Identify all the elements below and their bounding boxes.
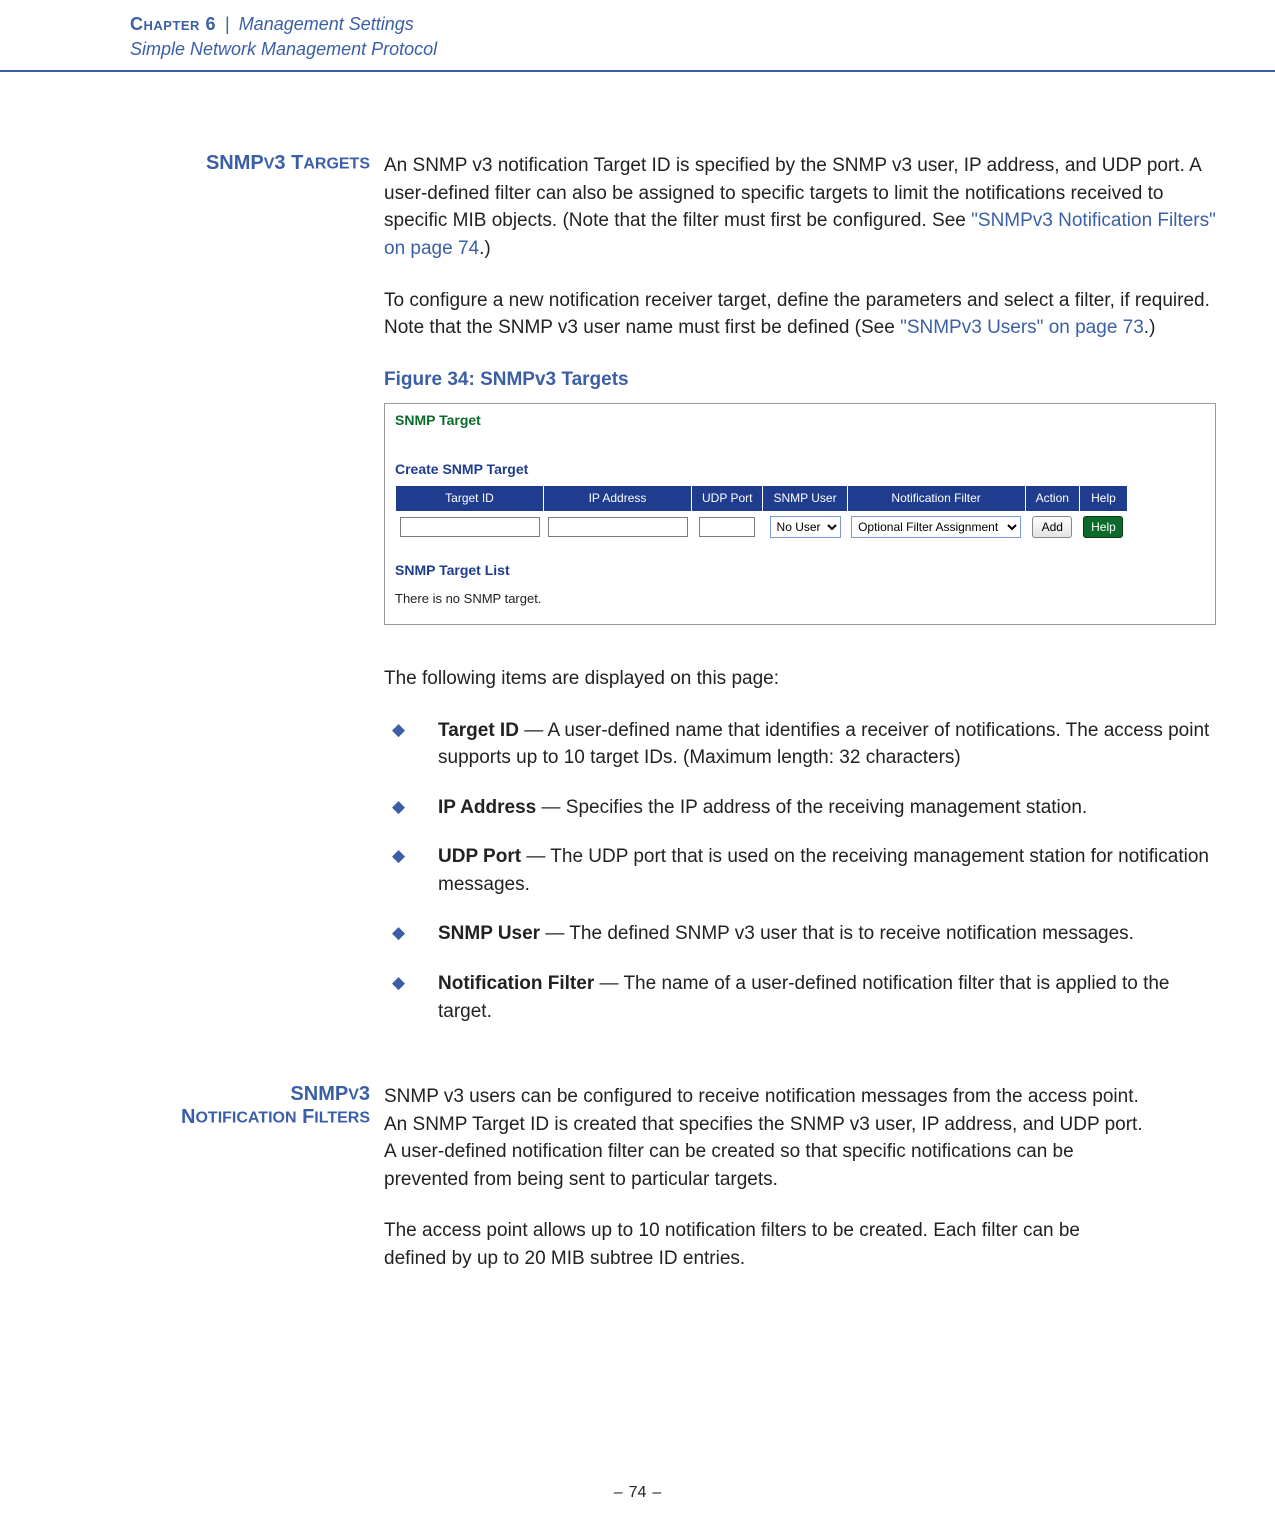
header-subtitle: Simple Network Management Protocol — [130, 37, 1275, 62]
list-item: ◆Notification Filter — The name of a use… — [384, 970, 1216, 1025]
item-term: UDP Port — [438, 846, 521, 867]
notification-filter-select[interactable]: Optional Filter Assignment — [851, 516, 1021, 538]
target-list-empty: There is no SNMP target. — [385, 586, 1215, 617]
page-header: Chapter 6 | Management Settings Simple N… — [0, 0, 1275, 72]
chapter-label: Chapter 6 — [130, 14, 216, 34]
col-action: Action — [1025, 485, 1079, 511]
figure-caption: Figure 34: SNMPv3 Targets — [384, 366, 1216, 394]
section-heading-snmpv3-notification-filters-line2: NOTIFICATION FILTERS — [150, 1106, 370, 1129]
items-list: ◆Target ID — A user-defined name that id… — [384, 717, 1216, 1025]
list-item: ◆SNMP User — The defined SNMP v3 user th… — [384, 920, 1216, 948]
diamond-bullet-icon: ◆ — [384, 920, 438, 948]
diamond-bullet-icon: ◆ — [384, 970, 438, 1025]
item-desc: — A user-defined name that identifies a … — [438, 720, 1209, 769]
help-button[interactable]: Help — [1083, 516, 1123, 538]
create-target-table: Target ID IP Address UDP Port SNMP User … — [395, 485, 1128, 542]
ip-address-input[interactable] — [548, 517, 688, 537]
item-term: Target ID — [438, 720, 519, 741]
snmp-user-select[interactable]: No User — [770, 516, 841, 538]
diamond-bullet-icon: ◆ — [384, 794, 438, 822]
item-term: Notification Filter — [438, 973, 594, 994]
item-desc: — Specifies the IP address of the receiv… — [536, 797, 1087, 818]
link-snmpv3-users[interactable]: "SNMPv3 Users" on page 73 — [900, 317, 1144, 338]
item-desc: — The UDP port that is used on the recei… — [438, 846, 1209, 895]
add-button[interactable]: Add — [1032, 516, 1072, 538]
page-footer: –74– — [0, 1484, 1275, 1502]
diamond-bullet-icon: ◆ — [384, 717, 438, 772]
para-filters-limits: The access point allows up to 10 notific… — [384, 1217, 1145, 1272]
col-help: Help — [1079, 485, 1127, 511]
item-desc: — The defined SNMP v3 user that is to re… — [540, 923, 1134, 944]
diamond-bullet-icon: ◆ — [384, 843, 438, 898]
col-notification-filter: Notification Filter — [847, 485, 1025, 511]
figure-subtitle-list: SNMP Target List — [385, 542, 1215, 586]
section-heading-snmpv3-targets: SNMPV3 TARGETS — [206, 152, 370, 174]
para-filters-intro: SNMP v3 users can be configured to recei… — [384, 1083, 1145, 1193]
section-heading-snmpv3-notification-filters: SNMPV3 — [150, 1083, 370, 1106]
udp-port-input[interactable] — [699, 517, 755, 537]
figure-subtitle-create: Create SNMP Target — [385, 441, 1215, 485]
figure-snmpv3-targets: SNMP Target Create SNMP Target Target ID… — [384, 403, 1216, 625]
col-ip-address: IP Address — [544, 485, 692, 511]
list-item: ◆Target ID — A user-defined name that id… — [384, 717, 1216, 772]
list-item: ◆UDP Port — The UDP port that is used on… — [384, 843, 1216, 898]
page-number: 74 — [629, 1484, 647, 1501]
breadcrumb-separator: | — [225, 14, 230, 34]
col-target-id: Target ID — [396, 485, 544, 511]
figure-title: SNMP Target — [385, 404, 1215, 440]
para-targets-configure: To configure a new notification receiver… — [384, 287, 1216, 342]
col-udp-port: UDP Port — [692, 485, 763, 511]
chapter-title: Management Settings — [239, 14, 414, 34]
col-snmp-user: SNMP User — [763, 485, 847, 511]
list-item: ◆IP Address — Specifies the IP address o… — [384, 794, 1216, 822]
header-breadcrumb: Chapter 6 | Management Settings — [130, 12, 1275, 37]
item-term: SNMP User — [438, 923, 540, 944]
items-intro: The following items are displayed on thi… — [384, 665, 1216, 693]
para-targets-intro: An SNMP v3 notification Target ID is spe… — [384, 152, 1216, 262]
item-term: IP Address — [438, 797, 536, 818]
target-id-input[interactable] — [400, 517, 540, 537]
